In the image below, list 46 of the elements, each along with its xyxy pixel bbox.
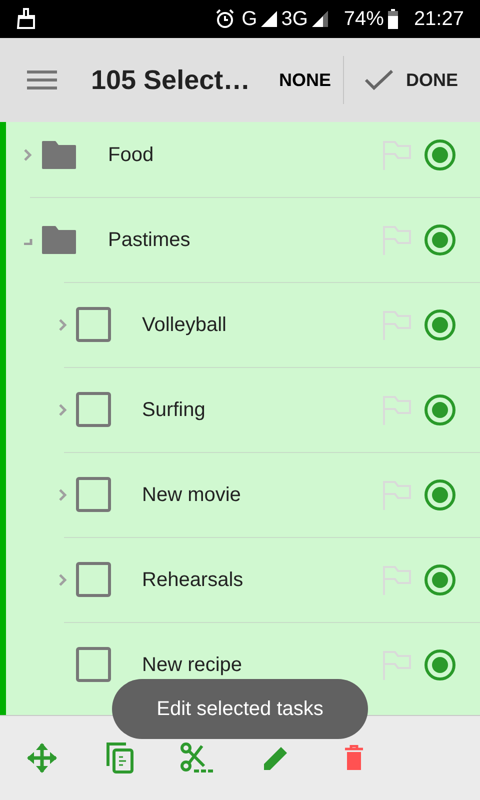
none-button[interactable]: NONE — [266, 56, 343, 104]
signal-icon — [260, 10, 278, 28]
toast: Edit selected tasks — [112, 679, 368, 739]
radio-button[interactable] — [424, 224, 456, 256]
network-type: G — [242, 7, 258, 32]
task-title: New recipe — [142, 652, 242, 678]
battery-level: 74% — [344, 7, 384, 32]
scissors-icon[interactable] — [180, 742, 216, 774]
network-type: 3G — [281, 7, 308, 32]
checkbox[interactable] — [76, 647, 111, 682]
task-title: Rehearsals — [142, 568, 244, 592]
copy-icon[interactable] — [106, 742, 134, 774]
chevron-icon[interactable] — [58, 572, 68, 586]
broom-icon — [16, 8, 36, 30]
task-title: Surfing — [142, 398, 206, 422]
checkbox[interactable] — [76, 562, 111, 597]
clock: 21:27 — [414, 7, 464, 32]
folder-icon — [41, 140, 77, 170]
radio-button[interactable] — [424, 648, 456, 680]
chevron-icon[interactable] — [23, 148, 33, 162]
folder-icon — [41, 224, 77, 254]
task-title: Pastimes — [108, 228, 190, 252]
chevron-icon[interactable] — [58, 318, 68, 332]
battery-icon — [386, 8, 399, 30]
checkbox[interactable] — [76, 477, 111, 512]
radio-button[interactable] — [424, 138, 456, 170]
radio-button[interactable] — [424, 564, 456, 596]
task-title: New movie — [142, 482, 241, 508]
radio-button[interactable] — [424, 394, 456, 426]
pencil-icon[interactable] — [262, 744, 290, 772]
checkbox[interactable] — [76, 392, 111, 427]
signal-icon — [310, 10, 329, 28]
trash-icon[interactable] — [344, 745, 364, 771]
checkbox[interactable] — [76, 307, 111, 342]
alarm-icon — [214, 9, 235, 29]
radio-button[interactable] — [424, 308, 456, 340]
toolbar-title: 105 Select… — [91, 64, 250, 97]
task-title: Volleyball — [142, 312, 227, 338]
move-icon[interactable] — [25, 741, 59, 775]
radio-button[interactable] — [424, 478, 456, 510]
check-icon — [364, 69, 394, 91]
chevron-icon[interactable] — [58, 402, 68, 416]
task-title: Food — [108, 142, 154, 168]
menu-icon[interactable] — [27, 69, 57, 91]
done-button[interactable]: DONE — [344, 56, 480, 104]
chevron-icon[interactable] — [58, 488, 68, 502]
